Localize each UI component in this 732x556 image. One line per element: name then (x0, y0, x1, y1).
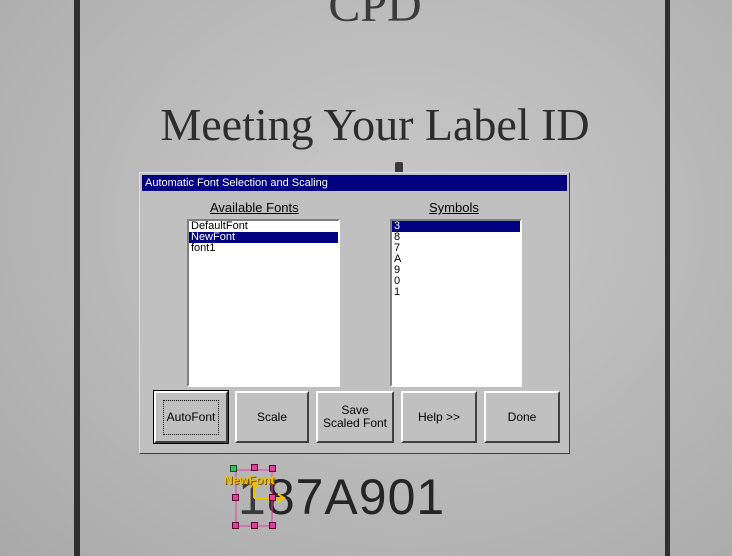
autofont-button-label: AutoFont (162, 399, 220, 435)
resize-handle-bottom-right-icon[interactable] (269, 522, 276, 529)
dialog-title: Automatic Font Selection and Scaling (142, 175, 567, 191)
help-button[interactable]: Help >> (401, 391, 477, 443)
border-line-right (665, 0, 670, 556)
font-region-overlay[interactable]: NewFont (222, 460, 292, 532)
available-fonts-listbox[interactable]: DefaultFont NewFont font1 (187, 219, 340, 387)
symbol-item[interactable]: 8 (392, 232, 520, 243)
font-item[interactable]: font1 (189, 243, 338, 254)
image-top-text: CPD (328, 0, 422, 32)
symbol-item[interactable]: A (392, 254, 520, 265)
autofont-button[interactable]: AutoFont (153, 390, 229, 444)
scale-button-label: Scale (256, 409, 288, 424)
symbol-item[interactable]: 1 (392, 287, 520, 298)
border-line-left (74, 0, 80, 556)
done-button[interactable]: Done (484, 391, 560, 443)
help-button-label: Help >> (417, 409, 461, 424)
symbol-item[interactable]: 7 (392, 243, 520, 254)
save-scaled-font-button-label: Save Scaled Font (322, 403, 388, 430)
resize-handle-top-right-icon[interactable] (269, 465, 276, 472)
image-heading-text: Meeting Your Label ID (160, 99, 590, 150)
image-code-main: 87A901 (266, 469, 446, 525)
resize-handle-top-icon[interactable] (251, 464, 258, 471)
resize-handle-right-icon[interactable] (269, 494, 276, 501)
done-button-label: Done (507, 409, 537, 424)
symbol-item[interactable]: 0 (392, 276, 520, 287)
symbol-item[interactable]: 9 (392, 265, 520, 276)
scale-button[interactable]: Scale (235, 391, 309, 443)
symbols-header: Symbols (429, 200, 479, 215)
resize-handle-bottom-left-icon[interactable] (232, 522, 239, 529)
resize-handle-bottom-icon[interactable] (251, 522, 258, 529)
anchor-handle-icon[interactable] (230, 465, 237, 472)
save-scaled-font-button[interactable]: Save Scaled Font (316, 391, 394, 443)
resize-handle-left-icon[interactable] (232, 494, 239, 501)
symbols-listbox[interactable]: 387A901 (390, 219, 522, 387)
overlay-font-label: NewFont (224, 473, 275, 487)
available-fonts-header: Available Fonts (210, 200, 299, 215)
font-selection-dialog: Automatic Font Selection and Scaling Ava… (139, 172, 570, 454)
symbol-item[interactable]: 3 (392, 221, 520, 232)
